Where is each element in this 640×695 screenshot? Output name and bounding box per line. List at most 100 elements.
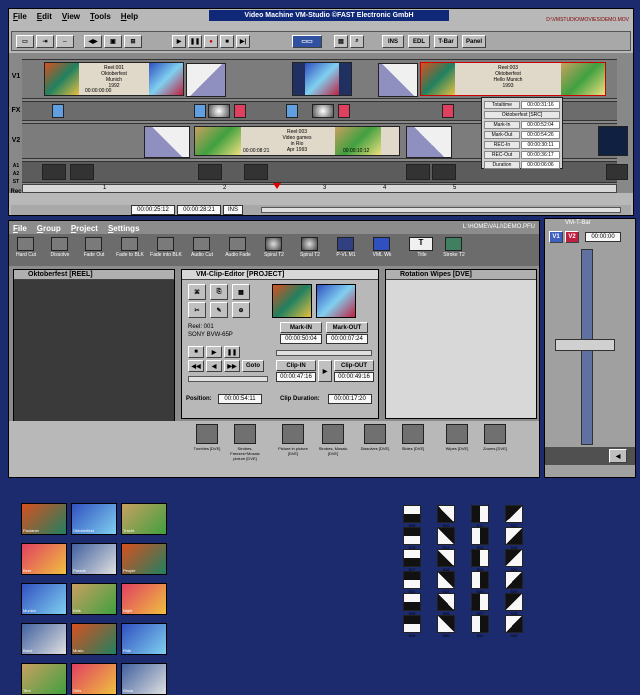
- clip-oktoberfest[interactable]: Reel:001 Oktoberfest Munich 1992 00:00:0…: [44, 62, 184, 96]
- clip-video-games[interactable]: Reel:003 Video games in Rio Apr 1993 00:…: [194, 126, 400, 156]
- effect-folder-icon[interactable]: [234, 424, 256, 444]
- tbar-handle[interactable]: [555, 339, 615, 351]
- effect-folder-icon[interactable]: [322, 424, 344, 444]
- timecode-display[interactable]: 00:00:25:12: [131, 205, 175, 215]
- effect-stroke[interactable]: [445, 237, 462, 251]
- wipe-pattern-icon[interactable]: [505, 527, 523, 545]
- audio-clip[interactable]: [606, 164, 628, 180]
- mark-in-button[interactable]: Mark-IN: [280, 322, 322, 333]
- transition-wipe[interactable]: [378, 63, 418, 97]
- effect-spiral[interactable]: [265, 237, 282, 251]
- tape-icon-button[interactable]: ▭▭: [292, 35, 322, 48]
- wipe-pattern-icon[interactable]: [471, 527, 489, 545]
- timeline-scrollbar[interactable]: [261, 207, 621, 213]
- wipe-pattern-icon[interactable]: [505, 505, 523, 523]
- play-clip-button[interactable]: ▶: [318, 360, 332, 382]
- clip-out-timecode[interactable]: 00:00:49:16: [334, 372, 374, 382]
- effect-folder-icon[interactable]: [364, 424, 386, 444]
- menu-edit[interactable]: Edit: [37, 12, 52, 21]
- wipe-pattern-icon[interactable]: [403, 505, 421, 523]
- fx-marker-icon[interactable]: [442, 104, 454, 118]
- wipe-pattern-icon[interactable]: [471, 615, 489, 633]
- fx-marker-icon[interactable]: [234, 104, 246, 118]
- transition-wipe[interactable]: [186, 63, 226, 97]
- tool-icon-button[interactable]: ⌘: [188, 284, 206, 300]
- transport-button[interactable]: ▶▶: [224, 360, 240, 372]
- panel-button[interactable]: Panel: [462, 35, 486, 48]
- effect-fade-out[interactable]: [85, 237, 102, 251]
- audio-clip[interactable]: [244, 164, 268, 180]
- menu-project[interactable]: Project: [71, 224, 98, 233]
- fx-swirl-icon[interactable]: [208, 104, 230, 118]
- tool-icon-button[interactable]: ✂: [188, 302, 206, 318]
- menu-view[interactable]: View: [62, 12, 80, 21]
- menu-file[interactable]: File: [13, 12, 27, 21]
- menu-file[interactable]: File: [13, 224, 27, 233]
- timecode-display[interactable]: 00:00:28:21: [177, 205, 221, 215]
- mode-display[interactable]: INS: [223, 205, 243, 215]
- wipe-pattern-icon[interactable]: [471, 593, 489, 611]
- select-tool-button[interactable]: ▣: [104, 35, 122, 48]
- clip-in-button[interactable]: Clip-IN: [276, 360, 316, 371]
- clip-title-card[interactable]: [292, 62, 352, 96]
- jog-slider[interactable]: [276, 350, 372, 356]
- playhead[interactable]: [273, 183, 281, 189]
- transition-wipe[interactable]: [406, 126, 452, 158]
- wipe-pattern-icon[interactable]: [437, 571, 455, 589]
- ins-button[interactable]: INS: [382, 35, 404, 48]
- effect-title[interactable]: T: [409, 237, 433, 251]
- effect-folder-icon[interactable]: [446, 424, 468, 444]
- clip-night[interactable]: [598, 126, 628, 156]
- effect-audio-cut[interactable]: [193, 237, 210, 251]
- audio-clip[interactable]: [432, 164, 456, 180]
- effect-audio-fade[interactable]: [229, 237, 246, 251]
- menu-settings[interactable]: Settings: [108, 224, 140, 233]
- mark-out-timecode[interactable]: 00:00:07:24: [326, 334, 368, 344]
- transport-button[interactable]: ▶: [206, 346, 222, 358]
- grid-button[interactable]: ▤: [334, 35, 348, 48]
- effect-fade-into-blk[interactable]: [157, 237, 174, 251]
- clip-duration-timecode[interactable]: 00:00:17:20: [328, 394, 372, 404]
- fx-marker-icon[interactable]: [338, 104, 350, 118]
- tool-icon-button[interactable]: ▦: [232, 284, 250, 300]
- effect-hard-cut[interactable]: [17, 237, 34, 251]
- v2-source-button[interactable]: V2: [565, 231, 579, 243]
- time-ruler[interactable]: 1 2 3 4 5: [22, 183, 617, 193]
- tool-icon-button[interactable]: ⎘: [210, 284, 228, 300]
- clip-oktoberfest-2[interactable]: Reel:003 Oktoberfest Hello Munich 1993: [420, 62, 606, 96]
- record-button[interactable]: ●: [204, 35, 218, 48]
- goto-button[interactable]: Goto: [242, 360, 264, 372]
- transport-button[interactable]: ❚❚: [224, 346, 240, 358]
- find-button[interactable]: ⌕: [350, 35, 364, 48]
- menu-tools[interactable]: Tools: [90, 12, 111, 21]
- shuttle-slider[interactable]: [188, 376, 268, 382]
- clip-in-timecode[interactable]: 00:00:47:16: [276, 372, 316, 382]
- marker-tool-button[interactable]: ⊞: [124, 35, 142, 48]
- transport-button[interactable]: ◀: [206, 360, 222, 372]
- wipe-pattern-icon[interactable]: [505, 593, 523, 611]
- audio-clip[interactable]: [70, 164, 94, 180]
- wipe-pattern-icon[interactable]: [403, 615, 421, 633]
- tbar-speaker-icon[interactable]: ◀: [609, 449, 627, 463]
- effect-spiral-2[interactable]: [301, 237, 318, 251]
- cut-tool-button[interactable]: ▭: [16, 35, 34, 48]
- fx-marker-icon[interactable]: [194, 104, 206, 118]
- track-v1[interactable]: Reel:001 Oktoberfest Munich 1992 00:00:0…: [22, 59, 617, 99]
- trim-tool-button[interactable]: ◀▶: [84, 35, 102, 48]
- mark-in-timecode[interactable]: 00:00:50:04: [280, 334, 322, 344]
- tool-icon-button[interactable]: ✎: [210, 302, 228, 318]
- wipe-pattern-icon[interactable]: [505, 571, 523, 589]
- wipe-pattern-icon[interactable]: [403, 549, 421, 567]
- position-timecode[interactable]: 00:00:54:11: [218, 394, 262, 404]
- pause-button[interactable]: ❚❚: [188, 35, 202, 48]
- effect-vml[interactable]: [373, 237, 390, 251]
- wipe-pattern-icon[interactable]: [437, 549, 455, 567]
- transport-button[interactable]: ◀◀: [188, 360, 204, 372]
- tbar-button[interactable]: T-Bar: [434, 35, 458, 48]
- tool-icon-button[interactable]: ⊕: [232, 302, 250, 318]
- wipe-pattern-icon[interactable]: [505, 549, 523, 567]
- effect-folder-icon[interactable]: [484, 424, 506, 444]
- effect-dissolve[interactable]: [51, 237, 68, 251]
- audio-clip[interactable]: [198, 164, 222, 180]
- tbar-timecode[interactable]: 00:00:00: [585, 232, 621, 242]
